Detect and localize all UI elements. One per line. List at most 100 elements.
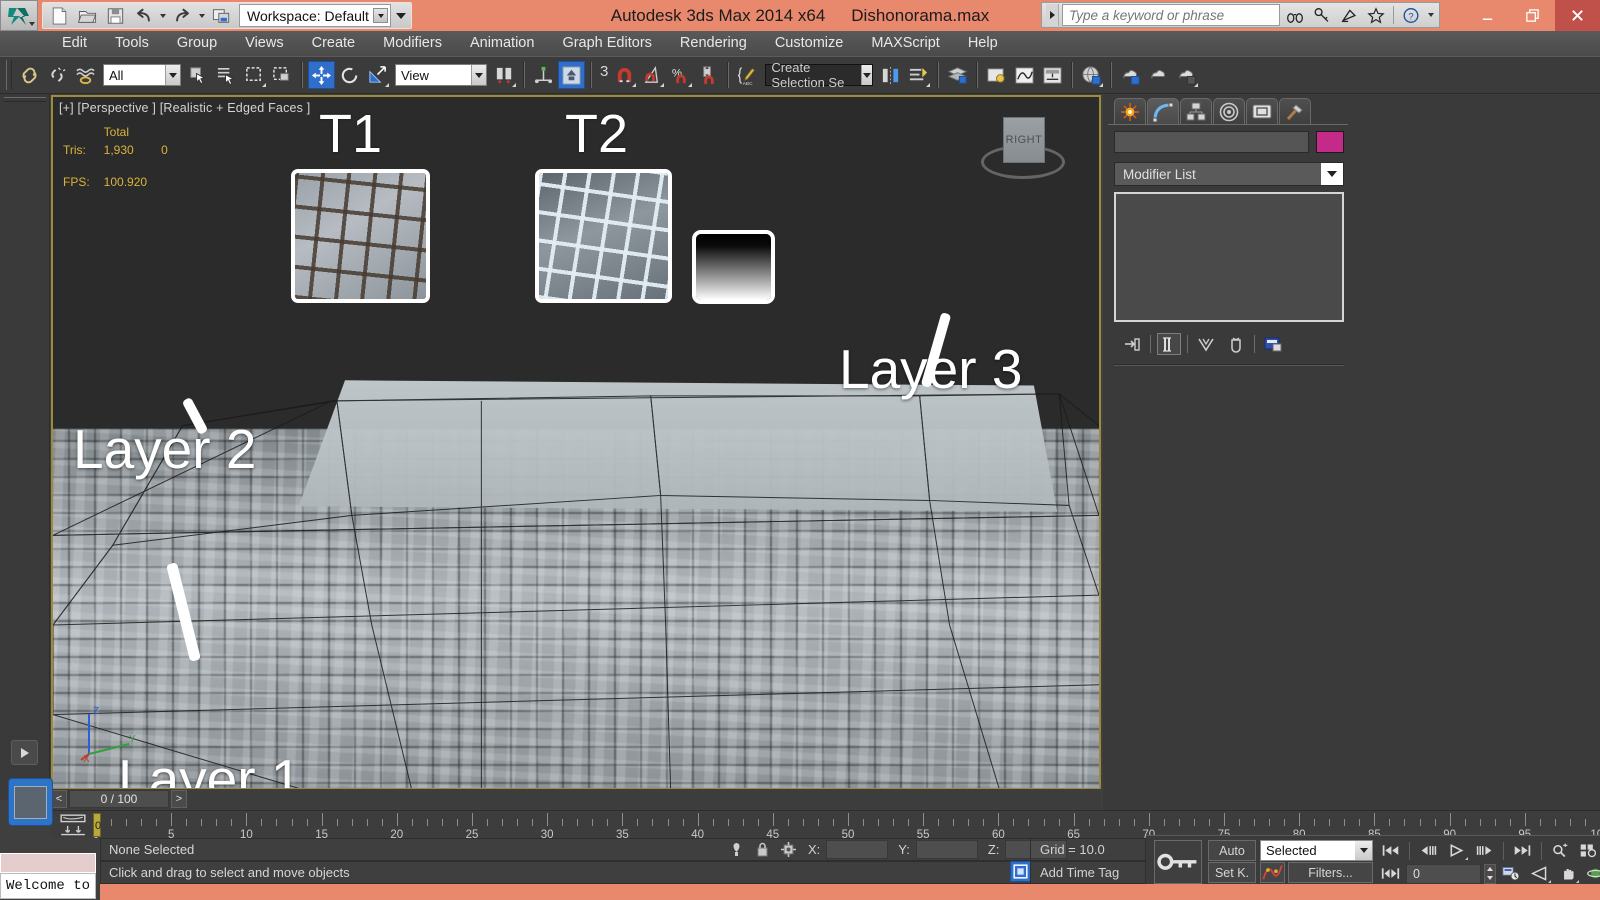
angle-snap-icon[interactable] — [639, 61, 666, 89]
star-icon[interactable] — [1364, 4, 1388, 26]
absolute-relative-icon[interactable] — [778, 840, 798, 860]
open-file-icon[interactable] — [74, 4, 100, 27]
goto-start-icon[interactable] — [1378, 840, 1403, 861]
qat-overflow-icon[interactable] — [393, 4, 408, 27]
select-manipulate-icon[interactable] — [530, 61, 557, 89]
play-animation-icon[interactable] — [1444, 840, 1469, 861]
schematic-view-icon[interactable] — [1039, 61, 1066, 89]
menu-item-tools[interactable]: Tools — [101, 31, 163, 56]
close-icon[interactable] — [1555, 0, 1600, 31]
snap-toggle-icon[interactable] — [611, 61, 638, 89]
object-name-field[interactable] — [1114, 131, 1309, 153]
chevron-down-icon[interactable] — [860, 65, 873, 85]
key-filter-combo[interactable]: Selected — [1260, 840, 1373, 861]
menu-item-rendering[interactable]: Rendering — [666, 31, 761, 56]
select-rotate-icon[interactable] — [336, 61, 363, 89]
reference-coordinate-combo[interactable]: View — [395, 64, 487, 86]
goto-end-icon[interactable] — [1510, 840, 1535, 861]
view-cube[interactable]: RIGHT — [977, 115, 1069, 193]
restore-icon[interactable] — [1510, 0, 1555, 31]
chevron-down-icon[interactable] — [165, 65, 180, 85]
pin-stack-icon[interactable] — [1120, 333, 1144, 355]
help-dropdown-icon[interactable] — [1426, 4, 1435, 27]
search-input[interactable] — [1062, 4, 1280, 26]
next-frame-icon[interactable] — [1472, 840, 1497, 861]
layer-manager-icon[interactable] — [944, 61, 971, 89]
menu-item-views[interactable]: Views — [231, 31, 297, 56]
menu-item-help[interactable]: Help — [954, 31, 1012, 56]
menu-item-create[interactable]: Create — [298, 31, 370, 56]
show-end-result-icon[interactable] — [1157, 333, 1181, 355]
taskbar-welcome-label[interactable]: Welcome to — [0, 873, 96, 899]
key-icon[interactable] — [1310, 4, 1334, 26]
add-time-tag-button[interactable]: Add Time Tag — [1030, 861, 1146, 884]
set-key-button[interactable]: Set K. — [1208, 862, 1256, 883]
select-move-icon[interactable] — [308, 61, 335, 89]
satellite-icon[interactable] — [1337, 4, 1361, 26]
menu-item-animation[interactable]: Animation — [456, 31, 548, 56]
bind-space-warp-icon[interactable] — [72, 61, 99, 89]
chevron-down-icon[interactable] — [373, 8, 388, 23]
time-configuration-icon[interactable] — [1499, 863, 1524, 884]
render-production-icon[interactable] — [1173, 61, 1200, 89]
modifier-list-dropdown[interactable]: Modifier List — [1114, 162, 1344, 186]
viewport-label[interactable]: [+] [Perspective ] [Realistic + Edged Fa… — [59, 101, 310, 115]
keyboard-shortcut-override-icon[interactable] — [558, 61, 585, 89]
modify-tab[interactable] — [1147, 98, 1179, 124]
parameter-curve-icon[interactable] — [1260, 862, 1285, 883]
select-by-name-icon[interactable] — [213, 61, 240, 89]
x-field[interactable] — [826, 840, 889, 859]
chevron-down-icon[interactable] — [471, 65, 486, 85]
track-bar[interactable]: 0510152025303540455055606570758085909510… — [51, 810, 1600, 841]
question-icon[interactable]: ? — [1399, 4, 1423, 26]
select-object-icon[interactable] — [185, 61, 212, 89]
unlink-selection-icon[interactable] — [44, 61, 71, 89]
display-tab[interactable] — [1246, 98, 1278, 124]
utilities-tab[interactable] — [1279, 98, 1311, 124]
menu-item-customize[interactable]: Customize — [761, 31, 858, 56]
orbit-icon[interactable] — [1583, 863, 1600, 884]
render-setup-icon[interactable] — [1117, 61, 1144, 89]
select-link-icon[interactable] — [16, 61, 43, 89]
zoom-icon[interactable] — [1548, 840, 1573, 861]
undo-icon[interactable] — [130, 4, 156, 27]
lock-selection-icon[interactable] — [752, 840, 772, 860]
view-cube-face[interactable]: RIGHT — [1003, 117, 1045, 163]
menu-item-graph-editors[interactable]: Graph Editors — [548, 31, 665, 56]
spinner-snap-icon[interactable] — [695, 61, 722, 89]
motion-tab[interactable] — [1213, 98, 1245, 124]
key-mode-icon[interactable] — [1378, 863, 1403, 884]
redo-dropdown-icon[interactable] — [197, 4, 206, 27]
hierarchy-tab[interactable] — [1180, 98, 1212, 124]
object-color-swatch[interactable] — [1316, 131, 1344, 153]
chevron-down-icon[interactable] — [1355, 841, 1372, 860]
remove-modifier-icon[interactable] — [1224, 333, 1248, 355]
left-dock-grip[interactable] — [4, 97, 46, 102]
menu-item-edit[interactable]: Edit — [48, 31, 101, 56]
current-frame-input[interactable]: 0 — [1406, 863, 1481, 884]
menu-item-group[interactable]: Group — [163, 31, 231, 56]
auto-key-button[interactable]: Auto — [1208, 840, 1256, 861]
frame-spinner[interactable] — [1484, 863, 1496, 884]
binoculars-icon[interactable] — [1283, 4, 1307, 26]
named-selection-sets-combo[interactable]: Create Selection Se — [765, 60, 874, 90]
chevron-down-icon[interactable] — [1321, 163, 1343, 185]
isolate-selection-icon[interactable] — [726, 840, 746, 860]
material-editor-icon[interactable] — [1078, 61, 1105, 89]
curve-editor-icon[interactable] — [1011, 61, 1038, 89]
make-unique-icon[interactable] — [1194, 333, 1218, 355]
next-time-button[interactable]: > — [171, 790, 187, 808]
expand-panel-button[interactable] — [11, 740, 38, 765]
adaptive-degradation-icon[interactable] — [1010, 861, 1031, 882]
minimize-icon[interactable] — [1465, 0, 1510, 31]
rendered-frame-icon[interactable] — [1145, 61, 1172, 89]
align-icon[interactable] — [905, 61, 932, 89]
select-scale-icon[interactable] — [364, 61, 391, 89]
redo-icon[interactable] — [169, 4, 195, 27]
configure-modifier-sets-icon[interactable] — [1261, 333, 1285, 355]
toolbar-grip[interactable] — [6, 60, 12, 90]
taskbar-thumbnail[interactable] — [8, 778, 53, 826]
scene-explorer-icon[interactable] — [983, 61, 1010, 89]
field-of-view-icon[interactable] — [1527, 863, 1552, 884]
new-file-icon[interactable] — [46, 4, 72, 27]
